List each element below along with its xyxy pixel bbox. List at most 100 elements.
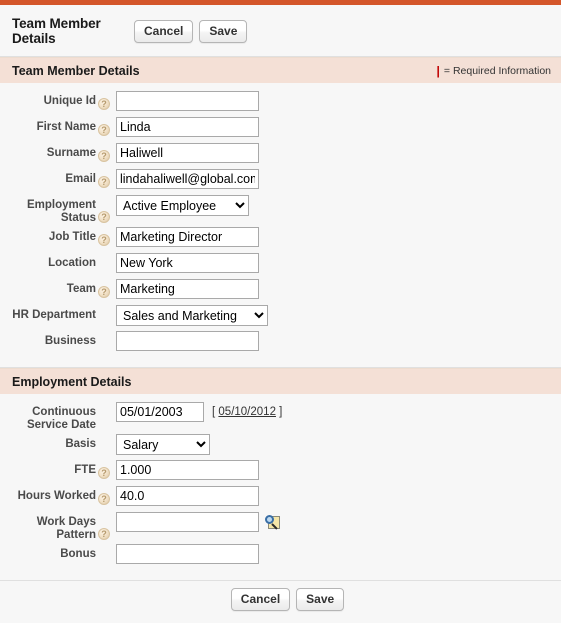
help-icon[interactable] [98,528,110,540]
help-icon-cell-empty [96,331,112,350]
help-icon-cell [96,486,112,505]
hr-department-select[interactable]: Sales and Marketing [116,305,268,326]
field-input-cell [112,227,259,247]
help-icon-cell-empty [96,402,112,421]
field-input-cell [112,331,259,351]
help-icon-cell [96,143,112,162]
required-legend-text: = Required Information [443,64,551,77]
help-icon[interactable] [98,234,110,246]
field-input-cell [112,460,259,480]
unique-id-input[interactable] [116,91,259,111]
field-row-hr-department: HR Department Sales and Marketing [0,305,561,329]
location-input[interactable] [116,253,259,273]
fte-input[interactable] [116,460,259,480]
continuous-service-date-input[interactable] [116,402,204,422]
help-icon-cell [96,195,112,223]
field-row-employment-status: Employment Status Active Employee [0,195,561,225]
field-label: Basis [65,438,96,450]
field-row-job-title: Job Title [0,227,561,251]
field-row-continuous-service-date: Continuous Service Date [ 05/10/2012 ] [0,402,561,432]
field-input-cell: [ 05/10/2012 ] [112,402,282,422]
field-row-bonus: Bonus [0,544,561,568]
help-icon[interactable] [98,176,110,188]
field-row-location: Location [0,253,561,277]
field-row-work-days-pattern: Work Days Pattern [0,512,561,542]
field-input-cell: Active Employee [112,195,249,216]
employment-status-select[interactable]: Active Employee [116,195,249,216]
field-input-cell [112,512,281,532]
field-label: Bonus [60,548,96,560]
cancel-button-bottom[interactable]: Cancel [230,587,291,611]
page-footer: Cancel Save [0,580,561,617]
field-input-cell [112,143,259,163]
help-icon-cell-empty [96,544,112,563]
help-icon-cell [96,91,112,110]
field-label: Business [44,335,96,347]
help-icon-cell [96,169,112,188]
help-icon[interactable] [98,98,110,110]
field-label: Job Title [48,231,96,243]
help-icon-cell-empty [96,305,112,324]
help-icon[interactable] [98,467,110,479]
team-input[interactable] [116,279,259,299]
field-label: Continuous Service Date [26,406,96,431]
cancel-button-top[interactable]: Cancel [134,19,194,43]
help-icon-cell [96,279,112,298]
work-days-pattern-input[interactable] [116,512,259,532]
job-title-input[interactable] [116,227,259,247]
field-row-surname: Surname [0,143,561,167]
help-icon[interactable] [98,493,110,505]
business-input[interactable] [116,331,259,351]
page-header: Team Member Details Cancel Save [0,5,561,57]
field-label: Unique Id [43,95,96,107]
field-input-cell [112,486,259,506]
today-date-link-wrap: [ 05/10/2012 ] [212,406,282,418]
required-information-legend: | = Required Information [437,64,551,78]
header-button-group: Cancel Save [134,19,248,43]
field-input-cell: Salary [112,434,210,455]
help-icon-cell [96,117,112,136]
field-label: HR Department [12,309,96,321]
field-input-cell [112,169,259,189]
team-member-details-page: Team Member Details Cancel Save Team Mem… [0,0,561,623]
today-date-link[interactable]: 05/10/2012 [218,406,276,418]
field-label: FTE [74,464,96,476]
page-title: Team Member Details [12,15,101,46]
help-icon[interactable] [98,150,110,162]
help-icon-cell [96,227,112,246]
field-input-cell [112,279,259,299]
field-row-first-name: First Name [0,117,561,141]
save-button-top[interactable]: Save [199,19,248,43]
email-input[interactable] [116,169,259,189]
field-row-hours-worked: Hours Worked [0,486,561,510]
help-icon[interactable] [98,211,110,223]
employment-details-form: Continuous Service Date [ 05/10/2012 ] B… [0,394,561,580]
section-header-employment-details: Employment Details [0,368,561,394]
field-label: Location [48,257,96,269]
field-input-cell [112,117,259,137]
field-row-team: Team [0,279,561,303]
bracket-open: [ [212,406,216,418]
help-icon[interactable] [98,124,110,136]
help-icon-cell [96,512,112,540]
field-label: Email [65,173,96,185]
field-row-business: Business [0,331,561,355]
hours-worked-input[interactable] [116,486,259,506]
field-input-cell [112,91,259,111]
field-label: First Name [36,121,96,133]
help-icon-cell [96,460,112,479]
first-name-input[interactable] [116,117,259,137]
save-button-bottom[interactable]: Save [296,587,345,611]
surname-input[interactable] [116,143,259,163]
field-label: Work Days Pattern [36,516,96,541]
basis-select[interactable]: Salary [116,434,210,455]
field-row-fte: FTE [0,460,561,484]
help-icon-cell-empty [96,434,112,453]
field-input-cell: Sales and Marketing [112,305,268,326]
bonus-input[interactable] [116,544,259,564]
help-icon[interactable] [98,286,110,298]
field-label: Team [66,283,96,295]
section-title: Employment Details [12,374,132,389]
lookup-magnifier-icon[interactable] [265,514,281,530]
field-label: Hours Worked [17,490,96,502]
